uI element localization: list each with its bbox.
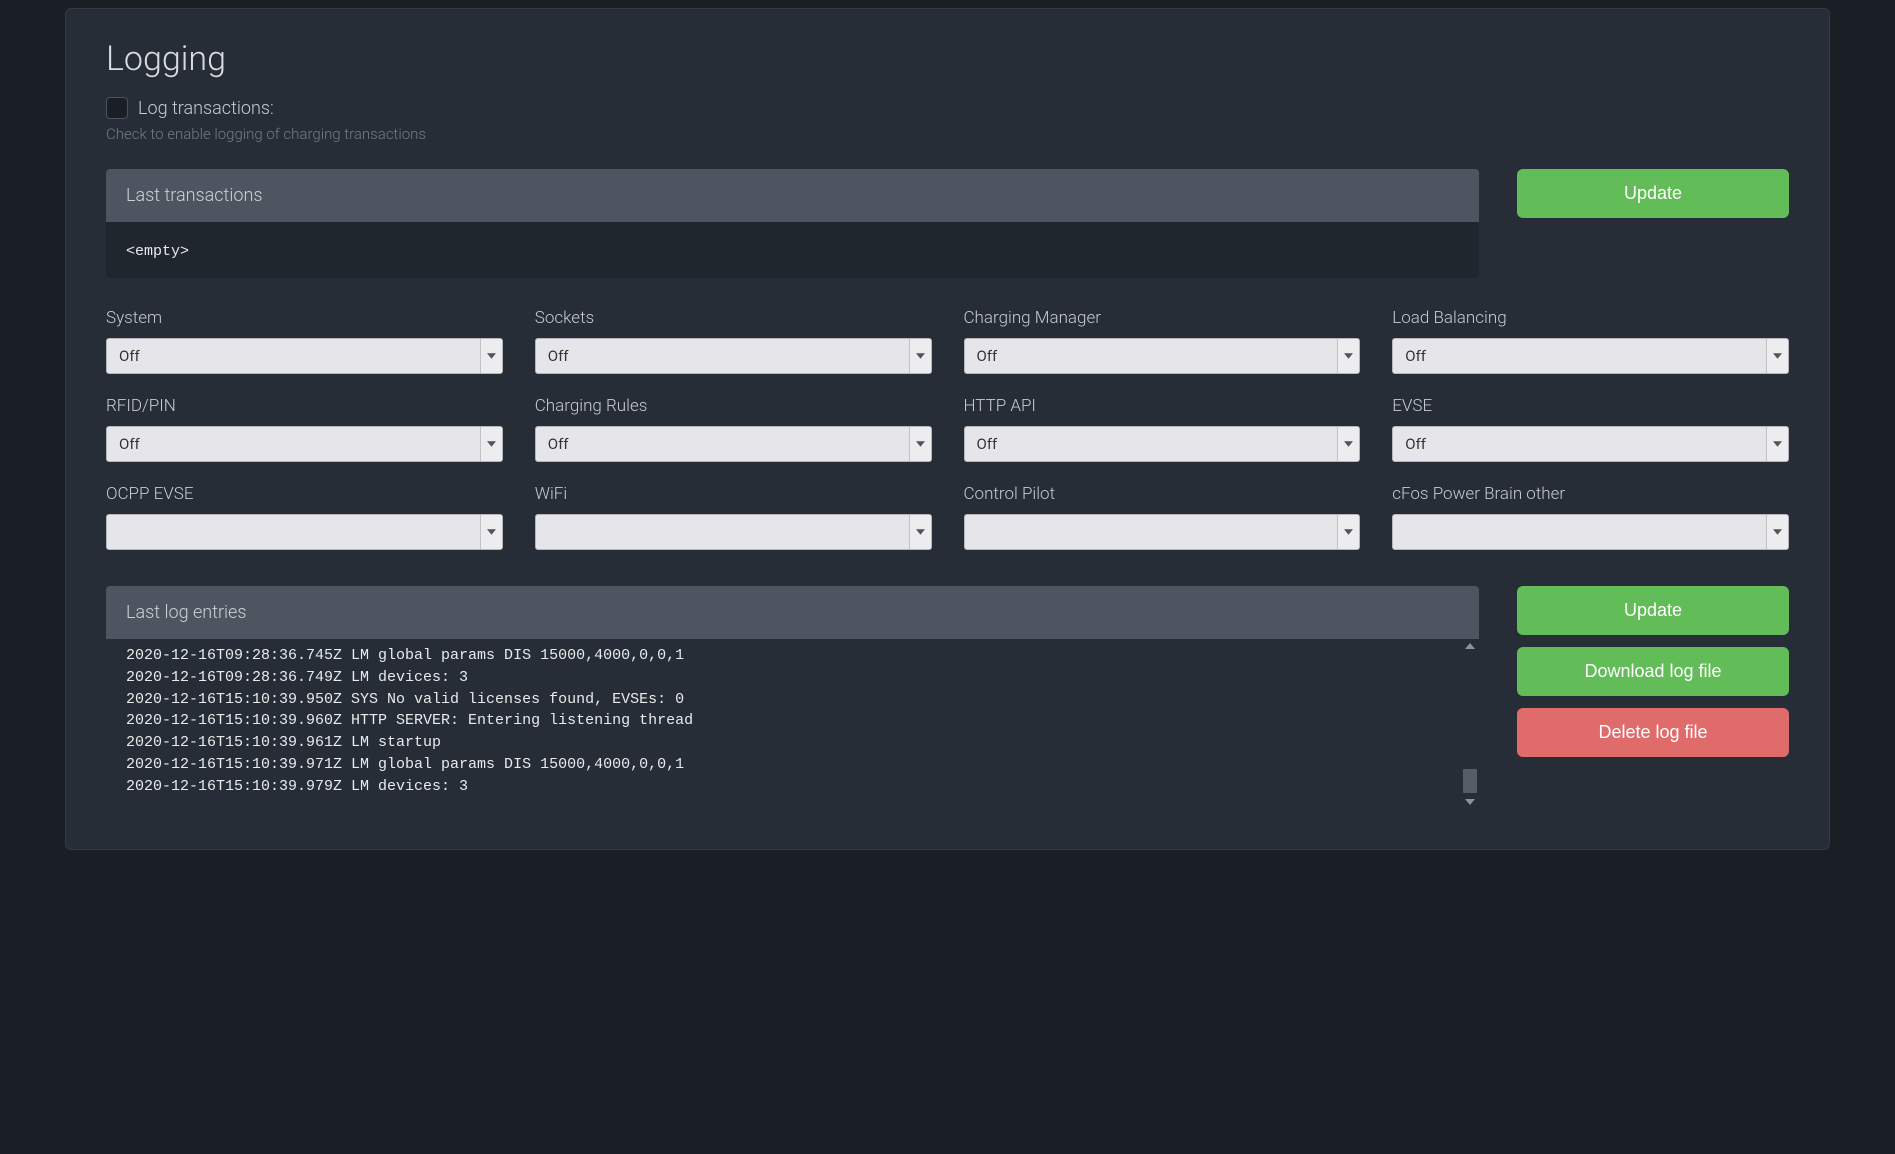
- log-level-field: EVSE Off: [1392, 396, 1789, 462]
- log-level-field: Load Balancing Off: [1392, 308, 1789, 374]
- logging-levels-grid: SystemOffSocketsOffCharging ManagerOffLo…: [106, 308, 1789, 550]
- log-level-field: OCPP EVSE: [106, 484, 503, 550]
- logging-panel: Logging Log transactions: Check to enabl…: [65, 8, 1830, 850]
- scroll-up-icon[interactable]: [1463, 639, 1477, 653]
- log-transactions-checkbox[interactable]: [106, 97, 128, 119]
- log-transactions-row: Log transactions:: [106, 97, 1789, 119]
- last-log-content: 2020-12-16T09:28:36.745Z LM global param…: [126, 645, 1459, 797]
- log-level-select[interactable]: [535, 514, 932, 550]
- last-transactions-header: Last transactions: [106, 169, 1479, 222]
- log-level-select[interactable]: Off: [106, 338, 503, 374]
- log-level-label: System: [106, 308, 503, 328]
- log-level-value: Off: [107, 339, 480, 373]
- log-level-label: HTTP API: [964, 396, 1361, 416]
- last-log-card: Last log entries 2020-12-16T09:28:36.745…: [106, 586, 1479, 809]
- chevron-down-icon: [1337, 339, 1359, 373]
- log-level-field: RFID/PIN Off: [106, 396, 503, 462]
- log-transactions-label: Log transactions:: [138, 98, 274, 119]
- last-log-header: Last log entries: [106, 586, 1479, 639]
- log-level-label: Sockets: [535, 308, 932, 328]
- log-level-select[interactable]: Off: [1392, 338, 1789, 374]
- log-level-label: Charging Manager: [964, 308, 1361, 328]
- last-transactions-content: <empty>: [126, 243, 189, 260]
- log-level-select[interactable]: Off: [964, 426, 1361, 462]
- log-level-label: OCPP EVSE: [106, 484, 503, 504]
- chevron-down-icon: [1337, 515, 1359, 549]
- chevron-down-icon: [480, 515, 502, 549]
- log-level-select[interactable]: Off: [106, 426, 503, 462]
- chevron-down-icon: [480, 427, 502, 461]
- download-log-button[interactable]: Download log file: [1517, 647, 1789, 696]
- scroll-thumb[interactable]: [1463, 769, 1477, 793]
- scroll-down-icon[interactable]: [1463, 795, 1477, 809]
- log-level-value: Off: [536, 339, 909, 373]
- chevron-down-icon: [1766, 515, 1788, 549]
- log-level-value: Off: [965, 427, 1338, 461]
- log-level-label: Charging Rules: [535, 396, 932, 416]
- log-level-select[interactable]: [964, 514, 1361, 550]
- log-level-select[interactable]: [106, 514, 503, 550]
- log-level-field: cFos Power Brain other: [1392, 484, 1789, 550]
- last-transactions-card: Last transactions <empty>: [106, 169, 1479, 278]
- log-level-value: Off: [107, 427, 480, 461]
- update-log-button[interactable]: Update: [1517, 586, 1789, 635]
- chevron-down-icon: [1766, 339, 1788, 373]
- log-scrollbar[interactable]: [1463, 639, 1477, 809]
- log-level-field: HTTP API Off: [964, 396, 1361, 462]
- last-log-body[interactable]: 2020-12-16T09:28:36.745Z LM global param…: [106, 639, 1479, 809]
- log-level-select[interactable]: [1392, 514, 1789, 550]
- log-level-value: [107, 515, 480, 549]
- log-level-value: [965, 515, 1338, 549]
- log-level-value: [536, 515, 909, 549]
- log-level-select[interactable]: Off: [964, 338, 1361, 374]
- log-level-value: [1393, 515, 1766, 549]
- delete-log-button[interactable]: Delete log file: [1517, 708, 1789, 757]
- log-level-field: WiFi: [535, 484, 932, 550]
- chevron-down-icon: [909, 515, 931, 549]
- log-level-select[interactable]: Off: [1392, 426, 1789, 462]
- chevron-down-icon: [480, 339, 502, 373]
- log-level-value: Off: [1393, 427, 1766, 461]
- log-level-field: Control Pilot: [964, 484, 1361, 550]
- log-level-field: Charging Manager Off: [964, 308, 1361, 374]
- log-level-value: Off: [1393, 339, 1766, 373]
- log-level-label: WiFi: [535, 484, 932, 504]
- chevron-down-icon: [1766, 427, 1788, 461]
- log-level-field: Charging Rules Off: [535, 396, 932, 462]
- chevron-down-icon: [909, 427, 931, 461]
- log-level-label: cFos Power Brain other: [1392, 484, 1789, 504]
- log-level-label: Control Pilot: [964, 484, 1361, 504]
- page-title: Logging: [106, 39, 1789, 79]
- log-level-field: System Off: [106, 308, 503, 374]
- log-level-label: RFID/PIN: [106, 396, 503, 416]
- log-level-select[interactable]: Off: [535, 338, 932, 374]
- log-level-label: EVSE: [1392, 396, 1789, 416]
- chevron-down-icon: [1337, 427, 1359, 461]
- chevron-down-icon: [909, 339, 931, 373]
- log-level-label: Load Balancing: [1392, 308, 1789, 328]
- log-level-field: Sockets Off: [535, 308, 932, 374]
- log-transactions-help: Check to enable logging of charging tran…: [106, 125, 1789, 143]
- log-level-value: Off: [536, 427, 909, 461]
- log-level-select[interactable]: Off: [535, 426, 932, 462]
- log-level-value: Off: [965, 339, 1338, 373]
- update-transactions-button[interactable]: Update: [1517, 169, 1789, 218]
- last-transactions-body: <empty>: [106, 222, 1479, 278]
